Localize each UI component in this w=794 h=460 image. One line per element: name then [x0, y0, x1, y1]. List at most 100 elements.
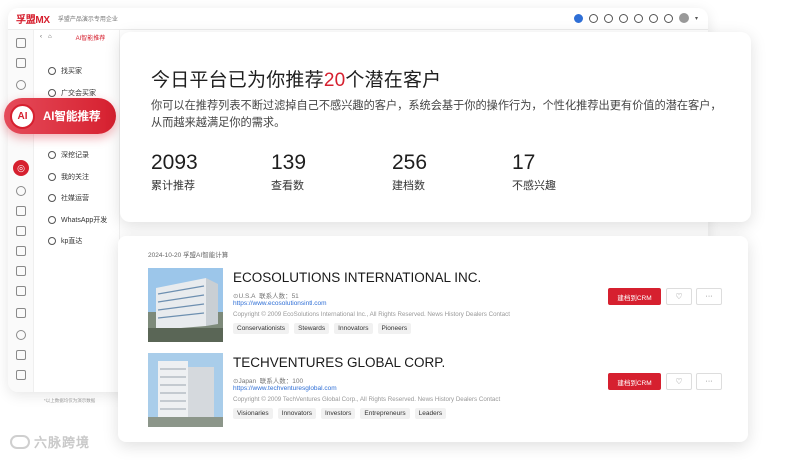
- stat-value: 139: [271, 151, 307, 174]
- subnav-item-label: 深挖记录: [61, 152, 89, 159]
- stat-label: 不感兴趣: [512, 180, 556, 192]
- stat-label: 建档数: [392, 180, 425, 192]
- summary-headline: 今日平台已为你推荐20个潜在客户: [151, 65, 441, 92]
- tag: Investors: [321, 408, 356, 419]
- ellipsis-icon: ···: [705, 293, 713, 300]
- follow-button[interactable]: ♡: [666, 288, 692, 305]
- company-tags: Conservationists Stewards Innovators Pio…: [233, 323, 412, 334]
- tag: Visionaries: [233, 408, 273, 419]
- subnav-item-label: kp直达: [61, 238, 83, 245]
- company-name[interactable]: TECHVENTURES GLOBAL CORP.: [233, 355, 445, 370]
- stat-value: 17: [512, 151, 536, 174]
- link-icon[interactable]: [588, 13, 598, 23]
- bell-icon[interactable]: [648, 13, 658, 23]
- subnav-item-social[interactable]: 社媒运营: [48, 193, 89, 203]
- company-snippet: Copyright © 2009 TechVentures Global Cor…: [233, 396, 501, 403]
- heart-icon: [48, 173, 56, 181]
- clipboard-icon[interactable]: [16, 206, 26, 216]
- company-country: U.S.A: [238, 293, 256, 300]
- back-icon[interactable]: ‹: [40, 34, 42, 40]
- home-icon[interactable]: [16, 58, 26, 68]
- company-thumbnail[interactable]: [148, 353, 223, 427]
- user-icon[interactable]: [678, 13, 689, 23]
- headline-number: 20: [323, 70, 346, 91]
- watermark: 六脉跨境: [10, 432, 90, 451]
- company-website[interactable]: https://www.ecosolutionsintl.com: [233, 300, 327, 307]
- save-to-crm-button[interactable]: 建档到CRM: [608, 373, 661, 390]
- ai-icon: AI: [10, 103, 35, 129]
- settings-icon[interactable]: [16, 370, 26, 380]
- ellipsis-icon: ···: [705, 378, 713, 385]
- subnav-item-my-follows[interactable]: 我的关注: [48, 172, 89, 182]
- company-contacts: 联系人数：100: [259, 378, 304, 385]
- tag: Pioneers: [377, 323, 412, 334]
- subnav-item-kp[interactable]: kp直达: [48, 236, 82, 246]
- topbar: 孚盟MX 孚盟产品演示专用企业 ▾: [8, 8, 708, 30]
- more-button[interactable]: ···: [696, 373, 722, 390]
- mail-icon[interactable]: [16, 266, 26, 276]
- sub-navigation: ‹ ⌂ AI智能推荐 找买家 广交会买家 深挖记录 我的关注 社媒运营 What…: [34, 30, 120, 392]
- chevron-down-icon[interactable]: ▾: [695, 15, 698, 22]
- user-circle-icon[interactable]: [16, 186, 26, 196]
- stat-label: 查看数: [271, 180, 304, 192]
- subnav-item-label: 找买家: [61, 68, 82, 75]
- stat-not-interested: 17 不感兴趣: [512, 151, 556, 193]
- compass-icon[interactable]: ◎: [13, 160, 29, 176]
- company-name[interactable]: ECOSOLUTIONS INTERNATIONAL INC.: [233, 270, 481, 285]
- heart-icon: ♡: [675, 377, 683, 386]
- chat-icon[interactable]: [573, 13, 583, 23]
- more-button[interactable]: ···: [696, 288, 722, 305]
- monitor-icon[interactable]: [16, 350, 26, 360]
- tag: Leaders: [414, 408, 447, 419]
- telegram-icon[interactable]: [618, 13, 628, 23]
- stat-value: 256: [392, 151, 428, 174]
- headline-suffix: 个潜在客户: [345, 70, 442, 91]
- clock-icon[interactable]: [16, 80, 26, 90]
- subnav-item-canton-buyers[interactable]: 广交会买家: [48, 88, 96, 98]
- company-thumbnail[interactable]: [148, 268, 223, 342]
- follow-button[interactable]: ♡: [666, 373, 692, 390]
- clock-icon: [48, 67, 56, 75]
- ai-recommend-label: AI智能推荐: [43, 111, 101, 123]
- whatsapp-rail-icon[interactable]: [16, 330, 26, 340]
- subnav-item-find-buyers[interactable]: 找买家: [48, 66, 82, 76]
- subnav-item-whatsapp[interactable]: WhatsApp开发: [48, 215, 107, 225]
- company-country: Japan: [238, 378, 257, 385]
- subnav-item-dig-records[interactable]: 深挖记录: [48, 150, 89, 160]
- box-icon[interactable]: [16, 226, 26, 236]
- pin-icon: [48, 237, 56, 245]
- stat-total-recommended: 2093 累计推荐: [151, 151, 198, 193]
- chart-icon[interactable]: [16, 308, 26, 318]
- wallet-icon[interactable]: [16, 286, 26, 296]
- ai-recommend-button[interactable]: AI AI智能推荐: [4, 98, 116, 134]
- truck-icon[interactable]: [16, 246, 26, 256]
- tag: Innovators: [277, 408, 317, 419]
- topbar-icons: ▾: [573, 13, 698, 23]
- tab-ai-recommend[interactable]: AI智能推荐: [76, 33, 106, 42]
- heart-icon: ♡: [675, 292, 683, 301]
- company-tags: Visionaries Innovators Investors Entrepr…: [233, 408, 447, 419]
- home-small-icon[interactable]: ⌂: [48, 34, 52, 40]
- subnav-item-label: 广交会买家: [61, 90, 96, 97]
- company-snippet: Copyright © 2009 EcoSolutions Internatio…: [233, 311, 510, 318]
- watermark-text: 六脉跨境: [34, 435, 91, 450]
- summary-description: 你可以在推荐列表不断过滤掉自己不感兴趣的客户，系统会基于你的操作行为，个性化推荐…: [151, 100, 722, 129]
- share-icon: [48, 194, 56, 202]
- company-website[interactable]: https://www.techventuresglobal.com: [233, 385, 337, 392]
- tag: Stewards: [294, 323, 330, 334]
- help-icon[interactable]: [663, 13, 673, 23]
- tag: Entrepreneurs: [360, 408, 410, 419]
- whatsapp-icon: [48, 216, 56, 224]
- tag: Innovators: [334, 323, 373, 334]
- headset-icon[interactable]: [603, 13, 613, 23]
- subnav-header: ‹ ⌂ AI智能推荐: [34, 30, 119, 44]
- company-meta: ⊙Japan 联系人数：100: [233, 375, 303, 385]
- recommendation-list-card: 2024-10-20 孚盟AI智能计算 ECOSOLUTIONS INTERNA…: [118, 236, 748, 442]
- menu-icon[interactable]: [16, 38, 26, 48]
- company-contacts: 联系人数：51: [259, 293, 299, 300]
- whatsapp-icon[interactable]: [633, 13, 643, 23]
- icon-rail: ◎: [8, 30, 34, 392]
- stat-views: 139 查看数: [271, 151, 306, 193]
- brand-logo[interactable]: 孚盟MX: [16, 11, 50, 26]
- save-to-crm-button[interactable]: 建档到CRM: [608, 288, 661, 305]
